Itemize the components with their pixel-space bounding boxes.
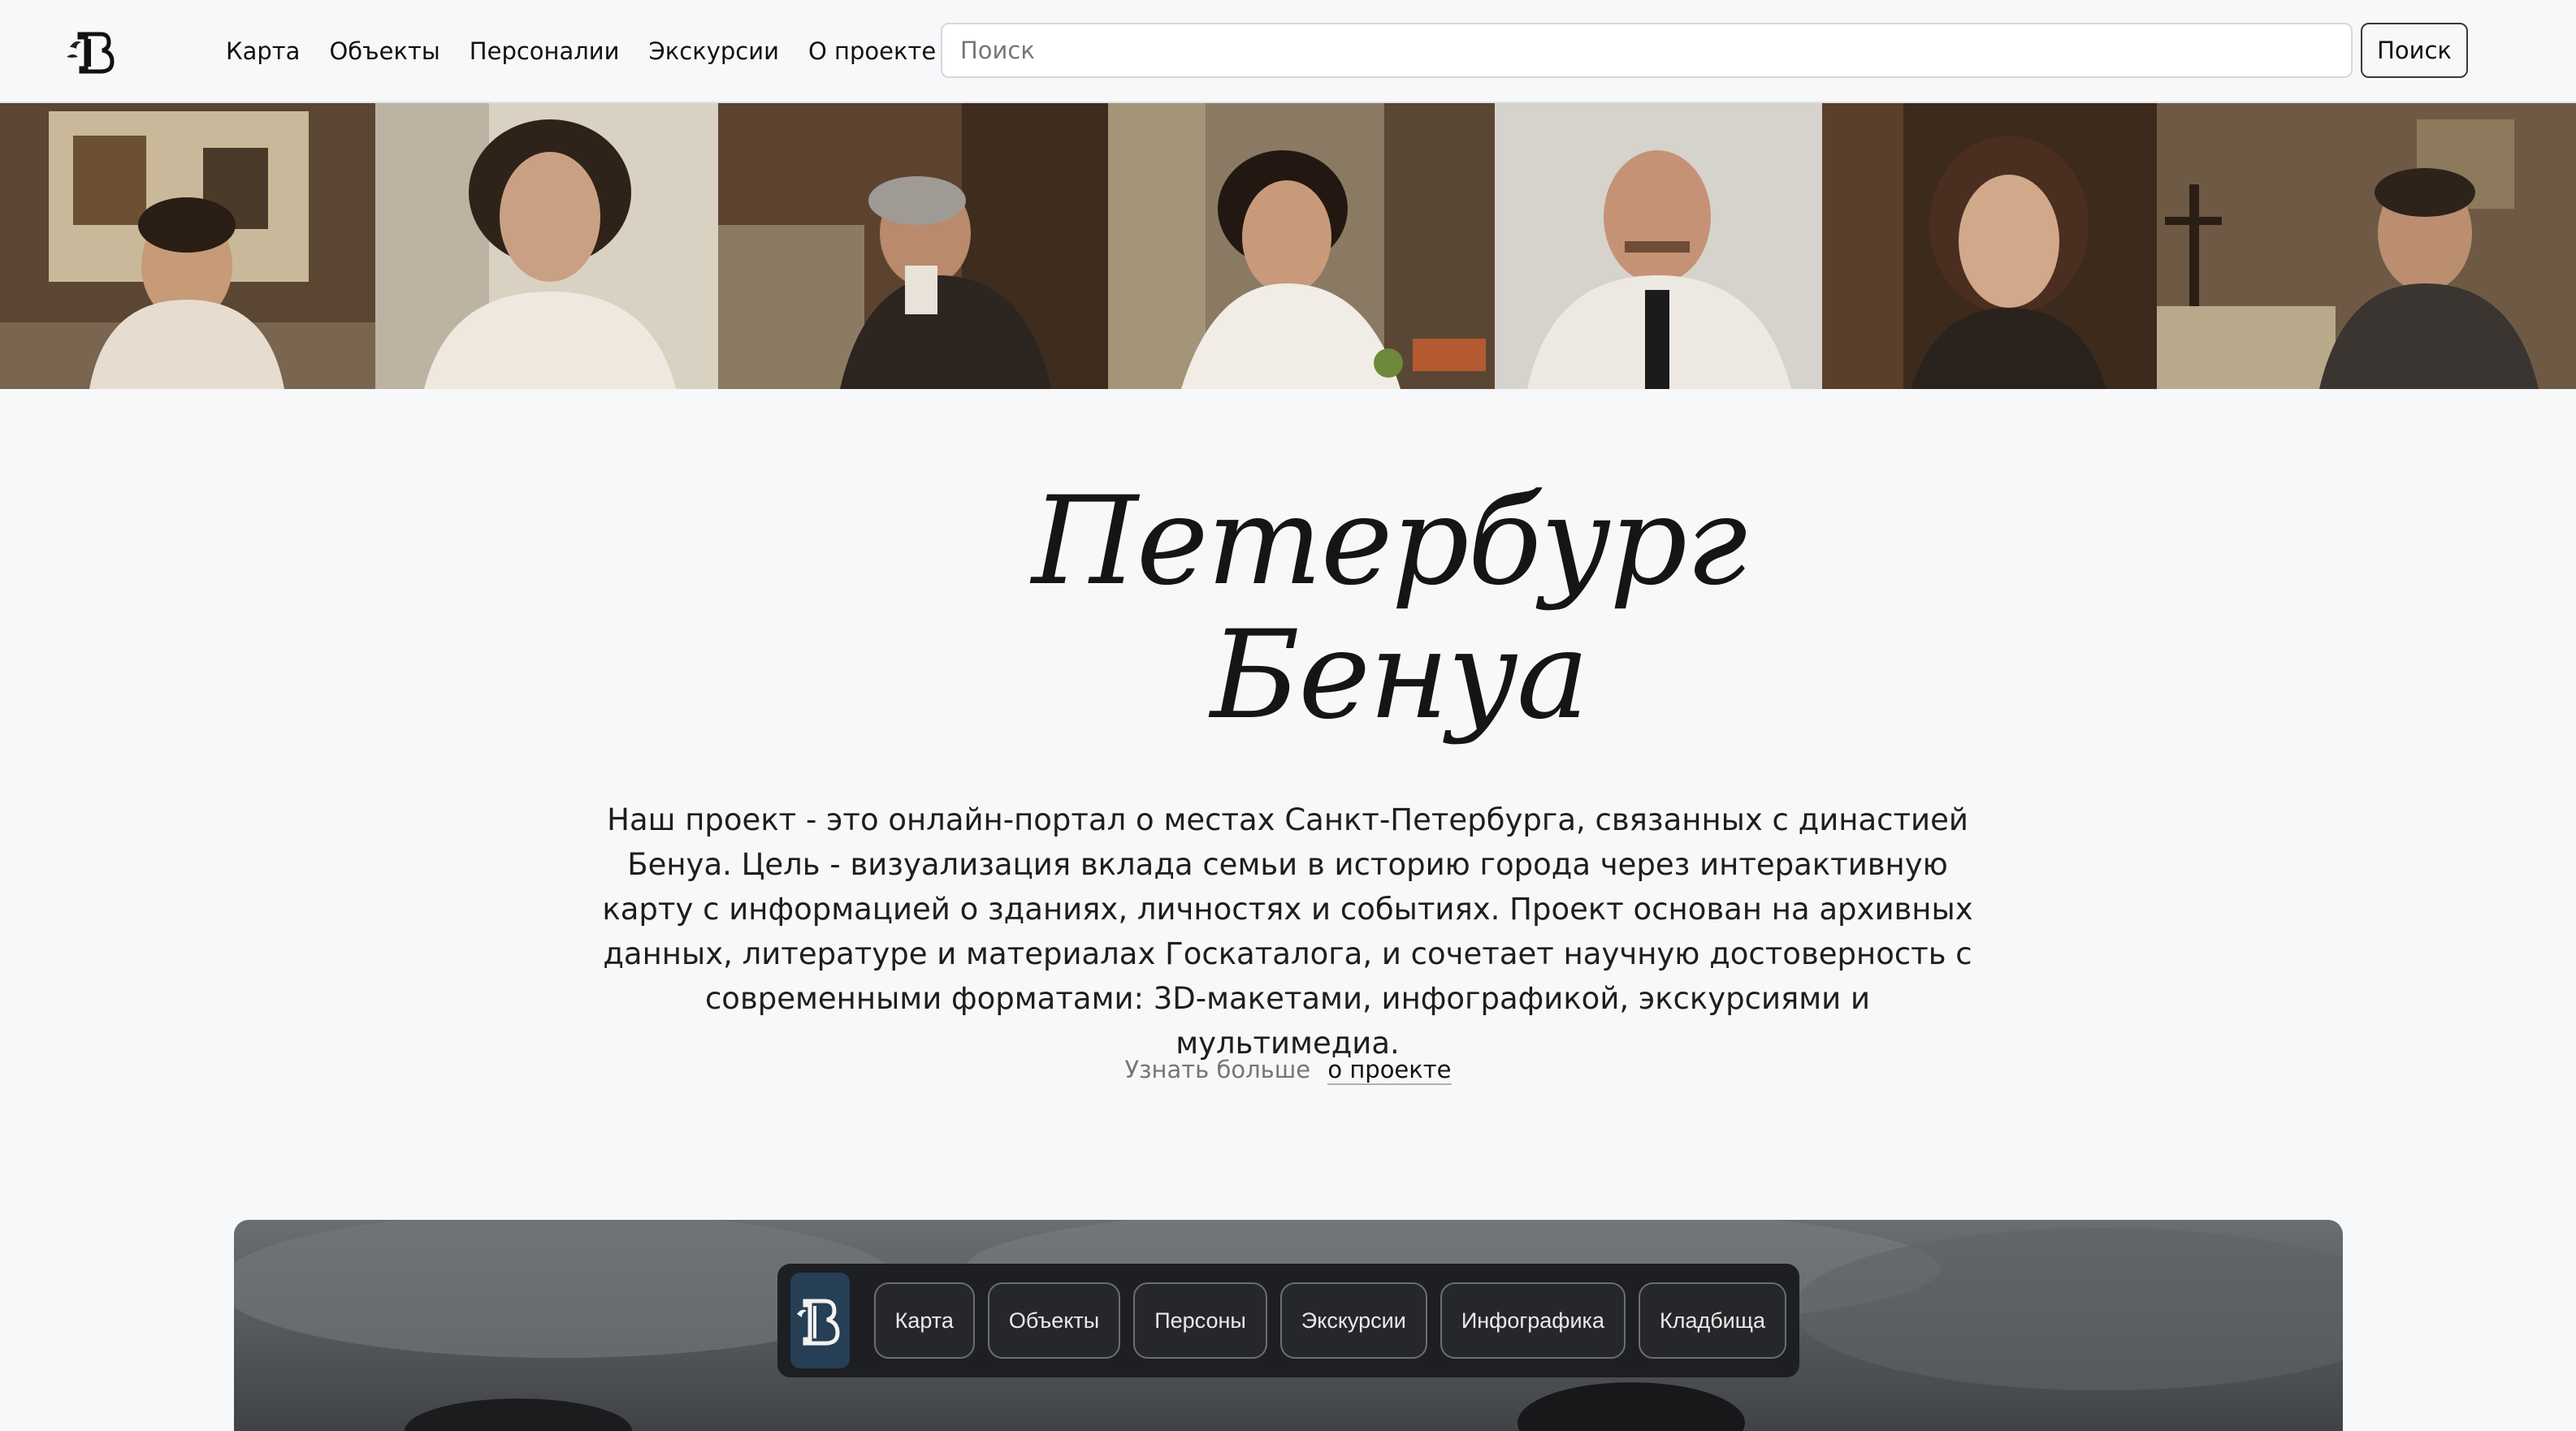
nav-objects[interactable]: Объекты [329,32,439,70]
toolbar-persons-button[interactable]: Персоны [1133,1282,1267,1359]
site-title: Петербург Бенуа [1007,463,1747,763]
search-button[interactable]: Поиск [2361,23,2468,78]
bearded-man-reading-portrait [718,103,1108,389]
toolbar-objects-button[interactable]: Объекты [987,1282,1121,1359]
man-at-desk-portrait [2157,103,2576,389]
portrait-banner [0,103,2576,389]
toolbar-map-button[interactable]: Карта [873,1282,975,1359]
site-title-line1: Петербург [1032,471,1747,612]
young-woman-portrait [1822,103,2157,389]
learn-more: Узнать больше о проекте [894,1056,1682,1085]
nav-map[interactable]: Карта [226,32,300,70]
bald-man-portrait [1495,103,1822,389]
young-man-portrait [0,103,375,389]
main-nav: Карта Объекты Персоналии Экскурсии О про… [226,32,965,70]
project-description: Наш проект - это онлайн-портал о местах … [602,802,1973,1061]
toolbar-cemeteries-button[interactable]: Кладбища [1638,1282,1786,1359]
toolbar-logo-icon[interactable] [790,1273,850,1368]
learn-more-prefix: Узнать больше [1124,1056,1311,1083]
top-navbar: Карта Объекты Персоналии Экскурсии О про… [0,0,2576,103]
nav-about[interactable]: О проекте [808,32,936,70]
benua-logo-icon[interactable] [62,24,120,76]
nav-excursions[interactable]: Экскурсии [649,32,779,70]
feature-toolbar: Карта Объекты Персоны Экскурсии Инфограф… [777,1264,1799,1377]
curly-haired-woman-portrait [375,103,718,389]
search-input[interactable] [941,23,2353,78]
site-title-line2: Бенуа [1210,605,1589,746]
about-project-link[interactable]: о проекте [1327,1056,1452,1085]
toolbar-excursions-button[interactable]: Экскурсии [1279,1282,1427,1359]
toolbar-infographics-button[interactable]: Инфографика [1440,1282,1626,1359]
nav-persons[interactable]: Персоналии [470,32,620,70]
woman-resting-head-portrait [1108,103,1495,389]
